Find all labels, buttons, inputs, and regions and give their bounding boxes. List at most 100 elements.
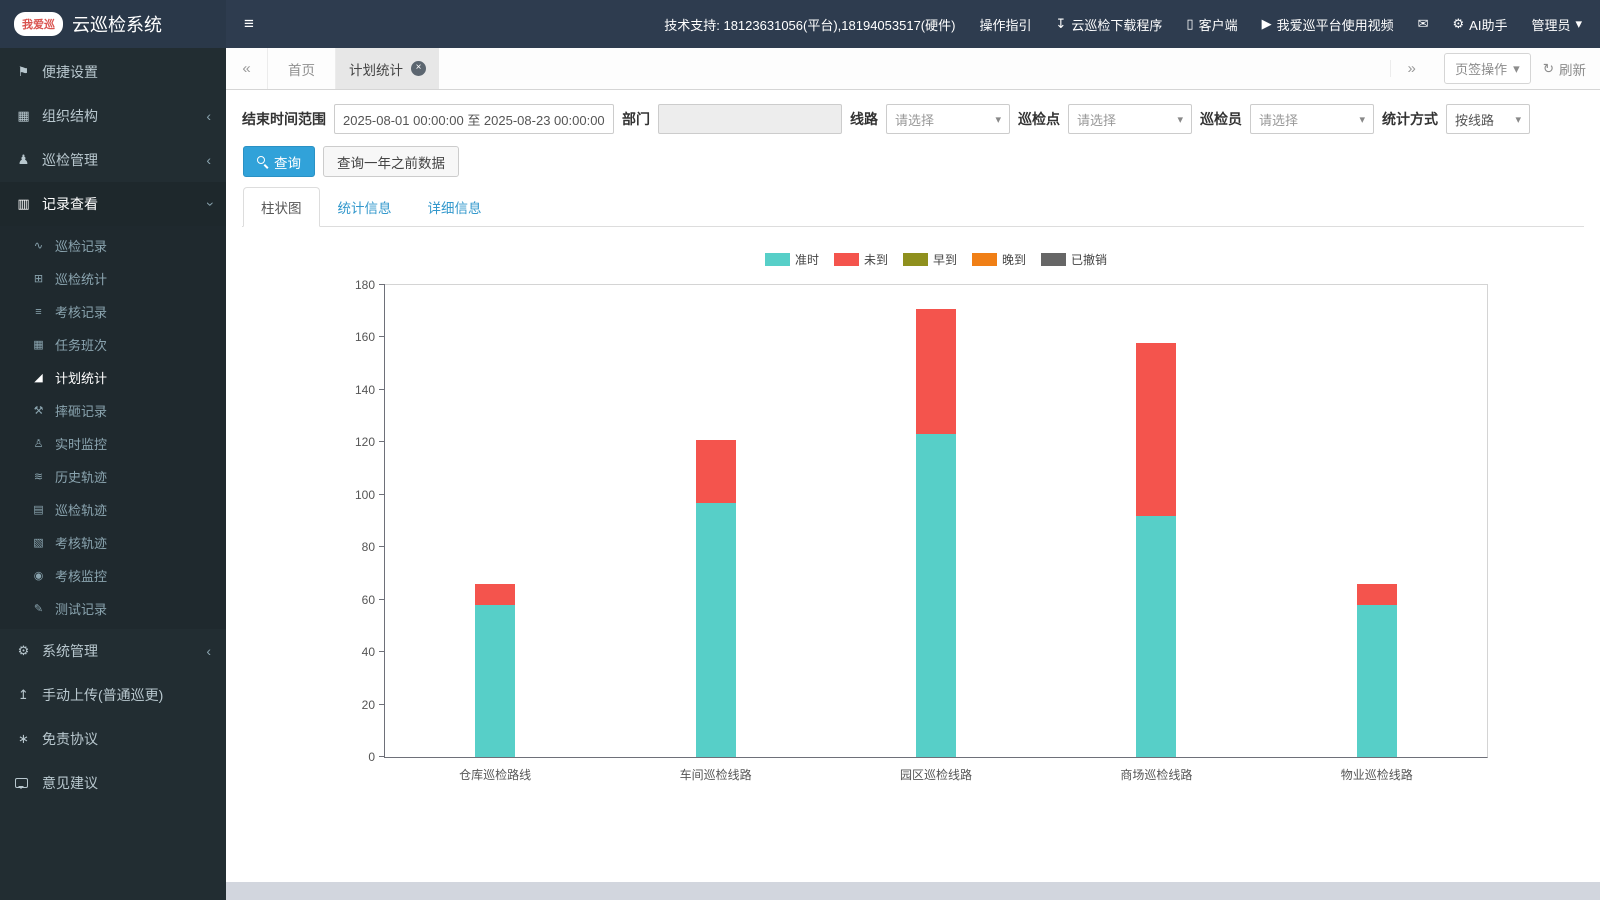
sidebar-subitem-assessment-monitor[interactable]: ◉ 考核监控 bbox=[0, 559, 226, 592]
y-axis-tick-label: 0 bbox=[368, 750, 375, 764]
stacked-bar[interactable] bbox=[1136, 285, 1177, 757]
sidebar-item-feedback[interactable]: 意见建议 bbox=[0, 761, 226, 805]
tabs-scroll-left-button[interactable]: « bbox=[226, 48, 268, 89]
guide-link[interactable]: 操作指引 bbox=[979, 15, 1031, 34]
legend-label: 已撤销 bbox=[1071, 253, 1108, 267]
sidebar-subitem-assessment-track[interactable]: ▧ 考核轨迹 bbox=[0, 526, 226, 559]
sidebar-item-label: 记录查看 bbox=[42, 196, 98, 212]
y-axis-tick-label: 100 bbox=[354, 487, 375, 502]
tab-plan-stats-label: 计划统计 bbox=[349, 62, 403, 78]
sidebar-subitem-patrol-track[interactable]: ▤ 巡检轨迹 bbox=[0, 493, 226, 526]
guide-label: 操作指引 bbox=[979, 17, 1032, 33]
sidebar-item-organization[interactable]: ▦ 组织结构 ‹ bbox=[0, 94, 226, 138]
sidebar-subitem-patrol-stats[interactable]: ⊞ 巡检统计 bbox=[0, 262, 226, 295]
bar-segment[interactable] bbox=[1136, 342, 1177, 516]
chevron-left-icon: ‹ bbox=[206, 152, 211, 168]
caret-down-icon: ▾ bbox=[1575, 16, 1582, 31]
bar-segment[interactable] bbox=[475, 604, 516, 757]
bar-segment[interactable] bbox=[475, 583, 516, 605]
bar-segment[interactable] bbox=[1356, 604, 1397, 757]
bar-segment[interactable] bbox=[916, 308, 956, 435]
asterisk-icon: ∗ bbox=[18, 731, 29, 746]
query-older-data-button[interactable]: 查询一年之前数据 bbox=[323, 146, 459, 177]
sidebar-item-disclaimer[interactable]: ∗ 免责协议 bbox=[0, 717, 226, 761]
sidebar-item-quick-settings[interactable]: ⚑ 便捷设置 bbox=[0, 50, 226, 94]
flag-icon: ⚑ bbox=[17, 64, 30, 79]
tab-bar-chart-label: 柱状图 bbox=[261, 201, 302, 216]
y-axis-tick bbox=[379, 493, 385, 495]
search-button[interactable]: 查询 bbox=[243, 146, 315, 177]
y-axis-tick bbox=[379, 284, 385, 285]
client-link[interactable]: ▯ 客户端 bbox=[1186, 15, 1237, 34]
stacked-bar[interactable] bbox=[695, 285, 736, 757]
refresh-button[interactable]: ↻ 刷新 bbox=[1543, 59, 1586, 79]
y-axis-tick-label: 140 bbox=[354, 382, 375, 397]
sidebar-item-label: 手动上传(普通巡更) bbox=[42, 687, 164, 703]
sidebar-item-patrol-management[interactable]: ♟ 巡检管理 ‹ bbox=[0, 138, 226, 182]
sidebar-subitem-plan-stats[interactable]: ◢ 计划统计 bbox=[0, 361, 226, 394]
sidebar-toggle-button[interactable]: ≡ bbox=[226, 0, 272, 48]
y-axis-tick bbox=[379, 703, 385, 705]
tab-plan-stats[interactable]: 计划统计 × bbox=[336, 48, 439, 89]
sidebar-item-record-view[interactable]: ▥ 记录查看 ‹ bbox=[0, 182, 226, 226]
sidebar-item-label: 免责协议 bbox=[42, 731, 98, 747]
tab-home[interactable]: 首页 bbox=[268, 48, 336, 89]
bar-segment[interactable] bbox=[695, 502, 736, 757]
legend-item[interactable]: 晚到 bbox=[972, 251, 1026, 268]
tab-home-label: 首页 bbox=[288, 62, 315, 78]
bar-segment[interactable] bbox=[695, 439, 736, 503]
tab-operations-button[interactable]: 页签操作 ▾ bbox=[1444, 53, 1531, 84]
legend-swatch-icon bbox=[1041, 253, 1067, 266]
tab-close-icon[interactable]: × bbox=[411, 61, 426, 76]
sidebar-subitem-realtime-monitor[interactable]: ♙ 实时监控 bbox=[0, 427, 226, 460]
messages-button[interactable]: ✉ bbox=[1418, 16, 1429, 32]
stat-method-select[interactable]: 按线路 ▾ bbox=[1446, 104, 1530, 134]
legend-item[interactable]: 已撤销 bbox=[1041, 251, 1107, 268]
sidebar-subitem-history-track[interactable]: ≋ 历史轨迹 bbox=[0, 460, 226, 493]
subitem-label: 计划统计 bbox=[55, 371, 108, 386]
y-axis-tick-label: 160 bbox=[354, 330, 375, 345]
bar-segment[interactable] bbox=[1356, 583, 1397, 605]
y-axis-tick-label: 40 bbox=[361, 645, 375, 660]
legend-item[interactable]: 准时 bbox=[764, 251, 819, 268]
legend-item[interactable]: 早到 bbox=[902, 251, 957, 268]
video-link[interactable]: ▶ 我爱巡平台使用视频 bbox=[1262, 15, 1394, 34]
app-logo[interactable]: 我爱巡 云巡检系统 bbox=[0, 0, 226, 48]
sidebar-item-label: 组织结构 bbox=[42, 108, 98, 124]
chevron-left-icon: ‹ bbox=[206, 643, 211, 659]
bar-segment[interactable] bbox=[916, 434, 956, 757]
patrol-person-select[interactable]: 请选择 ▾ bbox=[1250, 104, 1374, 134]
date-range-input[interactable] bbox=[334, 104, 614, 134]
sidebar-subitem-assessment-records[interactable]: ≡ 考核记录 bbox=[0, 295, 226, 328]
sidebar-subitem-task-shifts[interactable]: ▦ 任务班次 bbox=[0, 328, 226, 361]
tab-bar-chart[interactable]: 柱状图 bbox=[243, 187, 320, 227]
point-label: 巡检点 bbox=[1018, 111, 1060, 127]
department-input[interactable] bbox=[658, 104, 842, 134]
line-select[interactable]: 请选择 ▾ bbox=[886, 104, 1010, 134]
x-axis-category-label: 仓库巡检路线 bbox=[459, 768, 532, 782]
sidebar-item-system-management[interactable]: ⚙ 系统管理 ‹ bbox=[0, 629, 226, 673]
ai-assistant-link[interactable]: ⚙ AI助手 bbox=[1453, 15, 1508, 34]
admin-menu[interactable]: 管理员 ▾ bbox=[1531, 15, 1582, 34]
sidebar-item-manual-upload[interactable]: ↥ 手动上传(普通巡更) bbox=[0, 673, 226, 717]
stacked-bar[interactable] bbox=[916, 285, 956, 757]
download-link[interactable]: ↧ 云巡检下载程序 bbox=[1055, 15, 1162, 34]
legend-swatch-icon bbox=[833, 253, 859, 266]
legend-item[interactable]: 未到 bbox=[833, 251, 888, 268]
stacked-bar[interactable] bbox=[475, 285, 516, 757]
sidebar-subitem-test-records[interactable]: ✎ 测试记录 bbox=[0, 592, 226, 625]
tab-strip: « 首页 计划统计 × » 页签操作 ▾ ↻ 刷新 bbox=[226, 48, 1600, 90]
subitem-label: 考核监控 bbox=[55, 569, 108, 584]
gear-icon: ⚙ bbox=[17, 643, 30, 658]
tab-detail-info[interactable]: 详细信息 bbox=[410, 187, 500, 227]
sidebar-subitem-patrol-records[interactable]: ∿ 巡检记录 bbox=[0, 229, 226, 262]
person-select-value: 请选择 bbox=[1259, 112, 1299, 128]
tabs-scroll-right-button[interactable]: » bbox=[1390, 60, 1432, 77]
sidebar-subitem-drop-records[interactable]: ⚒ 摔砸记录 bbox=[0, 394, 226, 427]
stacked-bar[interactable] bbox=[1356, 285, 1397, 757]
tab-statistics-info[interactable]: 统计信息 bbox=[320, 187, 410, 227]
bar-segment[interactable] bbox=[1136, 515, 1177, 757]
patrol-point-select[interactable]: 请选择 ▾ bbox=[1068, 104, 1192, 134]
refresh-label: 刷新 bbox=[1559, 62, 1586, 78]
subitem-label: 摔砸记录 bbox=[55, 404, 108, 419]
